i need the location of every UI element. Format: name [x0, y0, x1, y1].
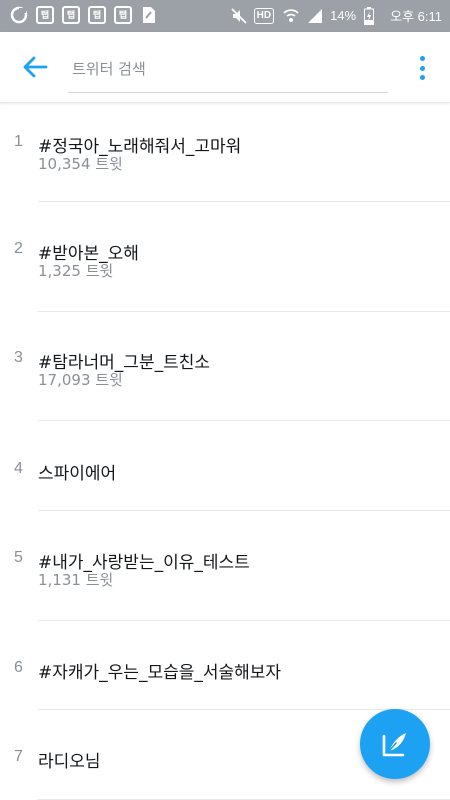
trend-rank: 3 — [14, 349, 23, 366]
clock: 오후 6:11 — [390, 9, 442, 24]
trend-row[interactable]: 4 스파이에어 — [0, 421, 450, 511]
hd-voice-badge: HD — [253, 7, 275, 24]
trend-rank: 6 — [14, 659, 23, 676]
back-button[interactable] — [18, 52, 52, 82]
overflow-dot — [419, 75, 425, 80]
trend-rank: 2 — [14, 240, 23, 257]
app-notification-icon: 탭 — [88, 6, 106, 24]
trends-list: 1 #정국아_노래해줘서_고마워 10,354 트윗 2 #받아본_오해 1,3… — [0, 103, 450, 800]
overflow-dot — [419, 56, 425, 61]
trend-tweet-count: 1,131 트윗 — [38, 571, 114, 589]
app-notification-icon: 탭 — [114, 6, 132, 24]
trend-topic[interactable]: #자캐가_우는_모습을_서술해보자 — [38, 658, 281, 683]
trend-topic[interactable]: 라디오님 — [38, 747, 101, 772]
trend-row[interactable]: 3 #탐라너머_그분_트친소 17,093 트윗 — [0, 312, 450, 421]
wifi-icon — [282, 7, 300, 25]
file-notification-icon — [140, 6, 158, 24]
mute-icon — [230, 7, 248, 25]
status-bar: 탭 탭 탭 탭 HD 14% 오후 6:11 — [0, 0, 450, 32]
trend-rank: 7 — [14, 748, 23, 765]
search-field-wrapper — [68, 46, 388, 93]
search-toolbar — [0, 32, 450, 103]
back-arrow-icon — [23, 56, 48, 78]
trend-row[interactable]: 6 #자캐가_우는_모습을_서술해보자 — [0, 621, 450, 710]
trend-tweet-count: 17,093 트윗 — [38, 371, 123, 389]
trend-row[interactable]: 2 #받아본_오해 1,325 트윗 — [0, 202, 450, 312]
trend-rank: 5 — [14, 549, 23, 566]
app-notification-icon: 탭 — [36, 6, 54, 24]
trend-rank: 4 — [14, 460, 23, 477]
notification-logo-icon — [10, 6, 28, 24]
trend-topic[interactable]: 스파이에어 — [38, 459, 116, 484]
trend-tweet-count: 10,354 트윗 — [38, 155, 123, 173]
trend-row[interactable]: 5 #내가_사랑받는_이유_테스트 1,131 트윗 — [0, 511, 450, 621]
status-bar-notifications: 탭 탭 탭 탭 — [10, 6, 166, 24]
trend-row[interactable]: 1 #정국아_노래해줘서_고마워 10,354 트윗 — [0, 103, 450, 202]
search-input[interactable] — [68, 46, 388, 92]
overflow-dot — [419, 65, 425, 71]
trend-tweet-count: 1,325 트윗 — [38, 262, 114, 280]
battery-percent: 14% — [330, 8, 357, 23]
status-bar-system: HD 14% 오후 6:11 — [230, 6, 442, 25]
battery-charging-icon — [360, 6, 378, 25]
compose-tweet-button[interactable] — [360, 709, 430, 779]
app-notification-icon: 탭 — [62, 6, 80, 24]
trend-rank: 1 — [14, 133, 23, 150]
compose-quill-icon — [382, 733, 406, 757]
overflow-menu-button[interactable] — [410, 54, 434, 82]
signal-icon — [306, 7, 324, 25]
